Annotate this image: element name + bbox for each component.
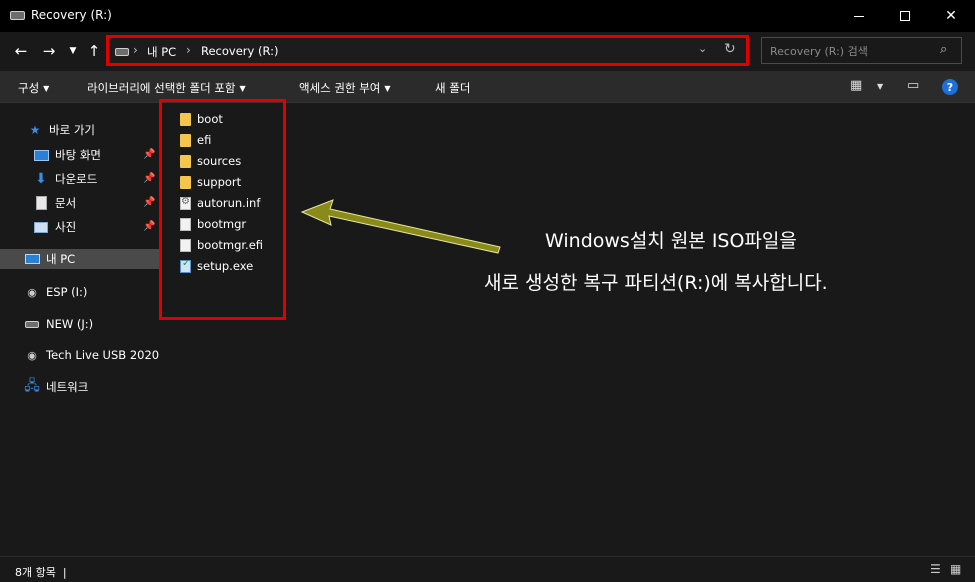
annotation-line-2: 새로 생성한 복구 파티션(R:)에 복사합니다. [484, 272, 828, 294]
arrow-shape [300, 199, 501, 254]
status-bar: 8개 항목 | ☰ ▦ [0, 556, 975, 582]
item-count-text: 8개 항목 [15, 566, 56, 579]
item-count: 8개 항목 | [15, 566, 67, 579]
annotation-line-1: Windows설치 원본 ISO파일을 [545, 230, 797, 252]
details-view-icon[interactable]: ☰ [930, 562, 941, 576]
large-icons-view-icon[interactable]: ▦ [950, 562, 961, 576]
